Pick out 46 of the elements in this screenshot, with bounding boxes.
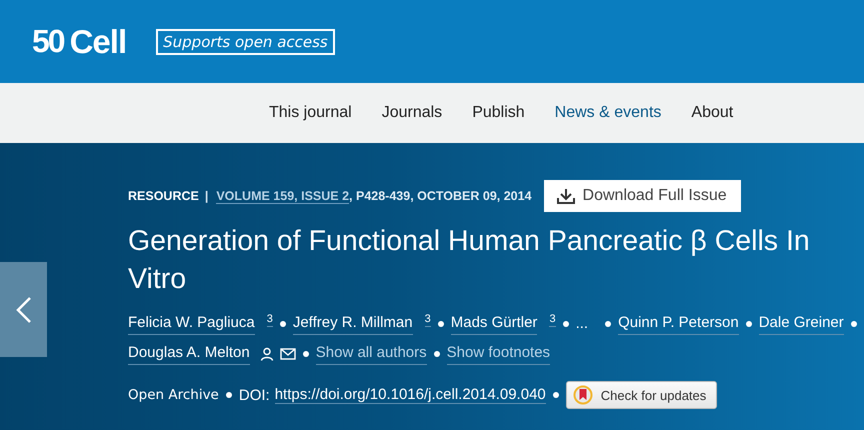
previous-button[interactable] <box>0 262 47 357</box>
separator-dot <box>280 320 286 326</box>
footnote-link[interactable]: 3 <box>266 312 273 327</box>
ellipsis: ... <box>576 314 588 334</box>
chevron-left-icon <box>14 296 32 324</box>
download-button[interactable]: Download Full Issue <box>544 180 741 212</box>
access-label: Open Archive <box>128 387 219 403</box>
show-link[interactable]: Show footnotes <box>446 342 550 365</box>
separator-dot <box>562 320 569 326</box>
issue-link[interactable]: VOLUME 159, ISSUE 2 <box>216 188 350 204</box>
separator-dot <box>434 350 440 356</box>
separator-dot <box>226 392 232 398</box>
nav-link[interactable]: About <box>691 104 734 122</box>
author-link[interactable]: Douglas A. Melton <box>128 342 250 365</box>
author-link[interactable]: Dale Greiner <box>758 312 844 335</box>
separator-dot <box>302 350 309 356</box>
separator-dot <box>850 320 857 326</box>
article-type: RESOURCE <box>128 189 199 203</box>
author-link[interactable]: Quinn P. Peterson <box>618 312 739 335</box>
separator-dot <box>605 320 612 326</box>
logo-number: 50 <box>32 23 64 60</box>
separator-dot <box>552 392 559 398</box>
author-link[interactable]: Jeffrey R. Millman <box>292 312 413 335</box>
show-link[interactable]: Show all authors <box>316 342 427 365</box>
separator-dot <box>438 320 444 326</box>
nav-link[interactable]: Publish <box>472 104 525 122</box>
separator: | <box>204 189 208 203</box>
doi-link[interactable]: https://doi.org/10.1016/j.cell.2014.09.040 <box>274 386 546 404</box>
doi-label: DOI: <box>238 386 270 404</box>
author-link[interactable]: Felicia W. Pagliuca <box>128 312 255 335</box>
separator-dot <box>746 320 752 326</box>
article-title: Generation of Functional Human Pancreatic β Cells In Vitro <box>128 224 811 297</box>
issue-details: , P428-439, OCTOBER 09, 2014 <box>349 189 532 203</box>
footnote-link[interactable]: 3 <box>549 312 556 327</box>
logo-text: Cell <box>70 22 126 60</box>
update-badge-icon <box>572 385 593 405</box>
check-updates-button[interactable]: Check for updates <box>566 381 718 409</box>
download-icon <box>556 188 575 204</box>
nav-link[interactable]: This journal <box>269 104 352 122</box>
nav-link[interactable]: Journals <box>382 104 442 122</box>
mail-icon <box>280 348 296 360</box>
open-access-badge: Supports open access <box>156 28 335 54</box>
person-icon <box>260 346 274 360</box>
footnote-link[interactable]: 3 <box>424 312 431 327</box>
nav-link[interactable]: News & events <box>554 104 662 122</box>
author-link[interactable]: Mads Gürtler <box>450 312 538 335</box>
